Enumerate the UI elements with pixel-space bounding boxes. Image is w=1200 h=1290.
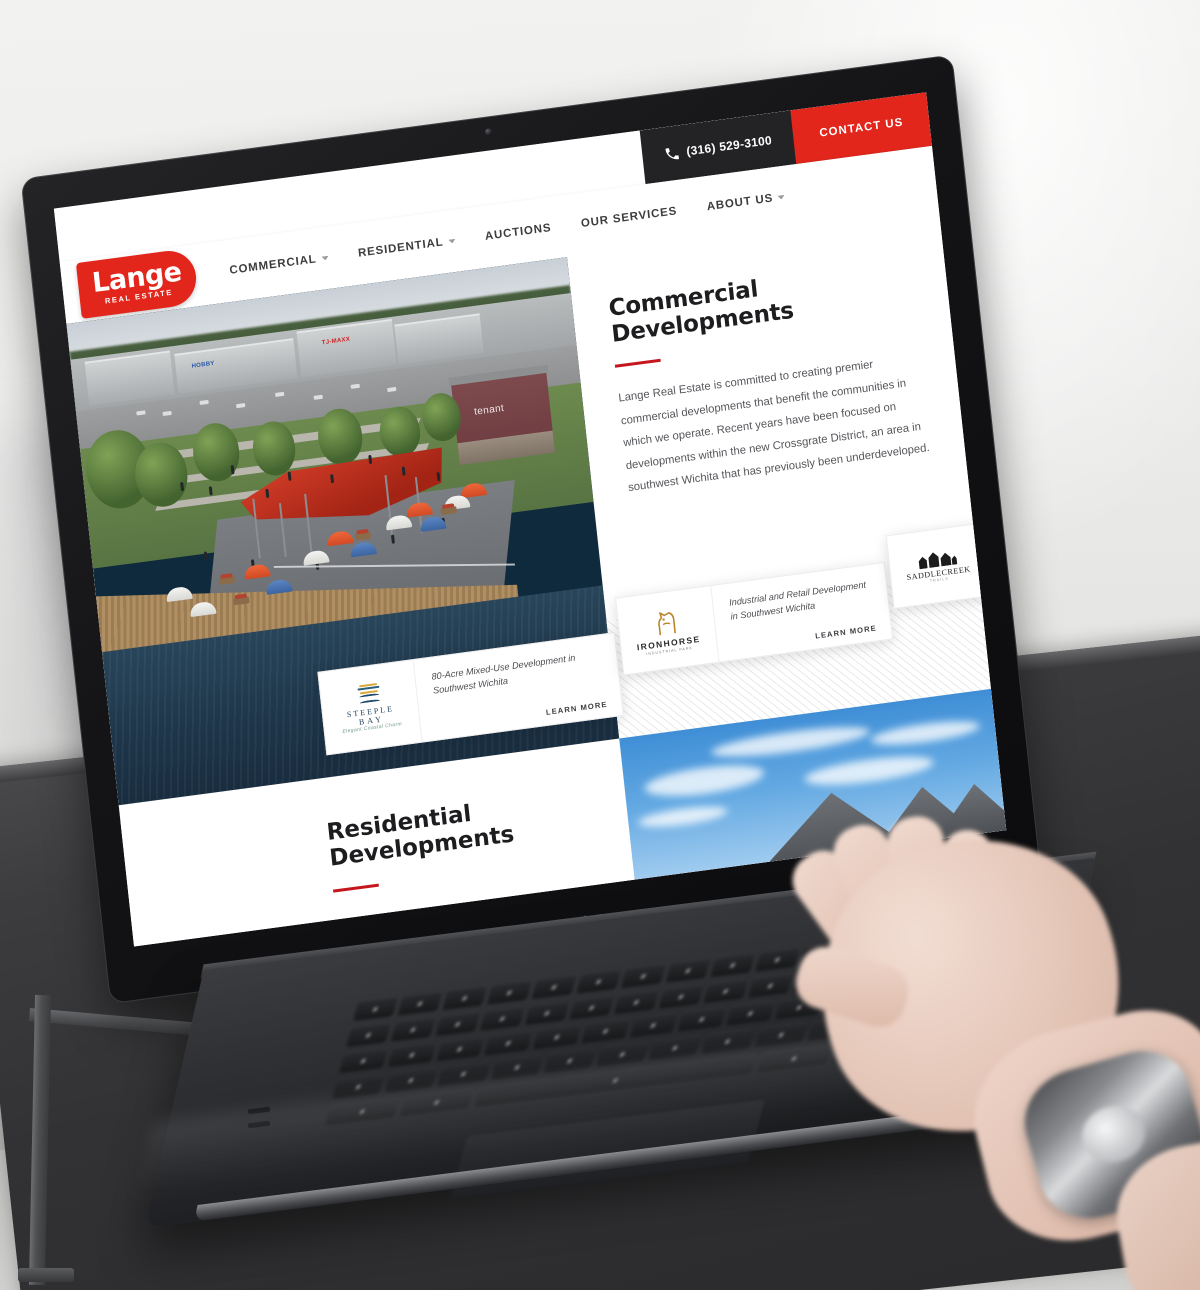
key[interactable]: [569, 995, 615, 1020]
commercial-title: Commercial Developments: [607, 276, 796, 348]
key[interactable]: [658, 984, 704, 1009]
ironhorse-logo: IRONHORSE INDUSTRIAL PARK: [616, 585, 720, 675]
nav-item-residential[interactable]: RESIDENTIAL: [358, 235, 456, 260]
watch-face: [1075, 1098, 1153, 1171]
key[interactable]: [620, 963, 666, 989]
key[interactable]: [442, 985, 488, 1011]
webcam-icon: [484, 128, 493, 136]
nav-label-our-services: OUR SERVICES: [580, 205, 678, 230]
residential-title: Residential Developments: [325, 800, 516, 872]
key[interactable]: [580, 1018, 630, 1044]
chevron-down-icon: [777, 194, 785, 200]
key[interactable]: [397, 990, 443, 1016]
key[interactable]: [486, 980, 532, 1005]
card-description: Retail Development in Southwest Wichita: [999, 524, 1007, 560]
key[interactable]: [435, 1011, 481, 1037]
nav-label-commercial: COMMERCIAL: [228, 253, 318, 277]
residential-title-rule: [332, 883, 379, 893]
steeple-bay-logo: STEEPLE BAY Elegant Coastal Charm: [318, 659, 423, 755]
nav-item-about-us[interactable]: ABOUT US: [706, 191, 785, 213]
nav-label-auctions: AUCTIONS: [484, 222, 552, 243]
key[interactable]: [613, 989, 659, 1015]
phone-icon: [665, 148, 680, 160]
key[interactable]: [352, 996, 398, 1022]
key[interactable]: [484, 1030, 533, 1056]
card-description: 80-Acre Mixed-Use Development in Southwe…: [431, 652, 576, 696]
phone-link[interactable]: (316) 529-3100: [664, 130, 795, 161]
development-card-saddlecreek[interactable]: SADDLECREEK TRAILS Retail Development in…: [885, 502, 1007, 610]
key[interactable]: [524, 1000, 570, 1026]
nav-item-auctions[interactable]: AUCTIONS: [484, 222, 552, 243]
nav-label-about-us: ABOUT US: [706, 192, 774, 214]
chevron-down-icon: [321, 255, 329, 261]
key[interactable]: [387, 1042, 437, 1068]
key[interactable]: [435, 1036, 485, 1062]
phone-number: (316) 529-3100: [685, 133, 773, 159]
nav-item-commercial[interactable]: COMMERCIAL: [229, 252, 329, 277]
user-hand: [700, 760, 1200, 1290]
commercial-body: Lange Real Estate is committed to creati…: [617, 358, 931, 495]
commercial-title-rule: [614, 358, 661, 368]
key[interactable]: [531, 974, 577, 1000]
nav-item-our-services[interactable]: OUR SERVICES: [580, 205, 677, 230]
card-learn-more-link[interactable]: LEARN MORE: [546, 700, 608, 717]
desk-leg-foot: [18, 1268, 74, 1282]
key[interactable]: [345, 1022, 391, 1048]
card-body: Retail Development in Southwest Wichita …: [982, 504, 1006, 596]
key[interactable]: [479, 1006, 525, 1031]
residential-body: [335, 867, 633, 907]
key[interactable]: [338, 1048, 388, 1074]
nav-label-residential: RESIDENTIAL: [357, 236, 445, 260]
horse-icon: [658, 611, 677, 635]
card-description: Industrial and Retail Development in Sou…: [728, 579, 867, 622]
key[interactable]: [576, 969, 622, 994]
scene: MacBook Pro (316) 529-3100 CONTACT US: [0, 0, 1200, 1290]
card-learn-more-link[interactable]: LEARN MORE: [815, 623, 877, 640]
key[interactable]: [532, 1024, 582, 1050]
saddlecreek-logo: SADDLECREEK TRAILS: [886, 523, 990, 608]
key[interactable]: [390, 1017, 436, 1042]
chevron-down-icon: [448, 238, 456, 244]
key[interactable]: [629, 1012, 678, 1038]
